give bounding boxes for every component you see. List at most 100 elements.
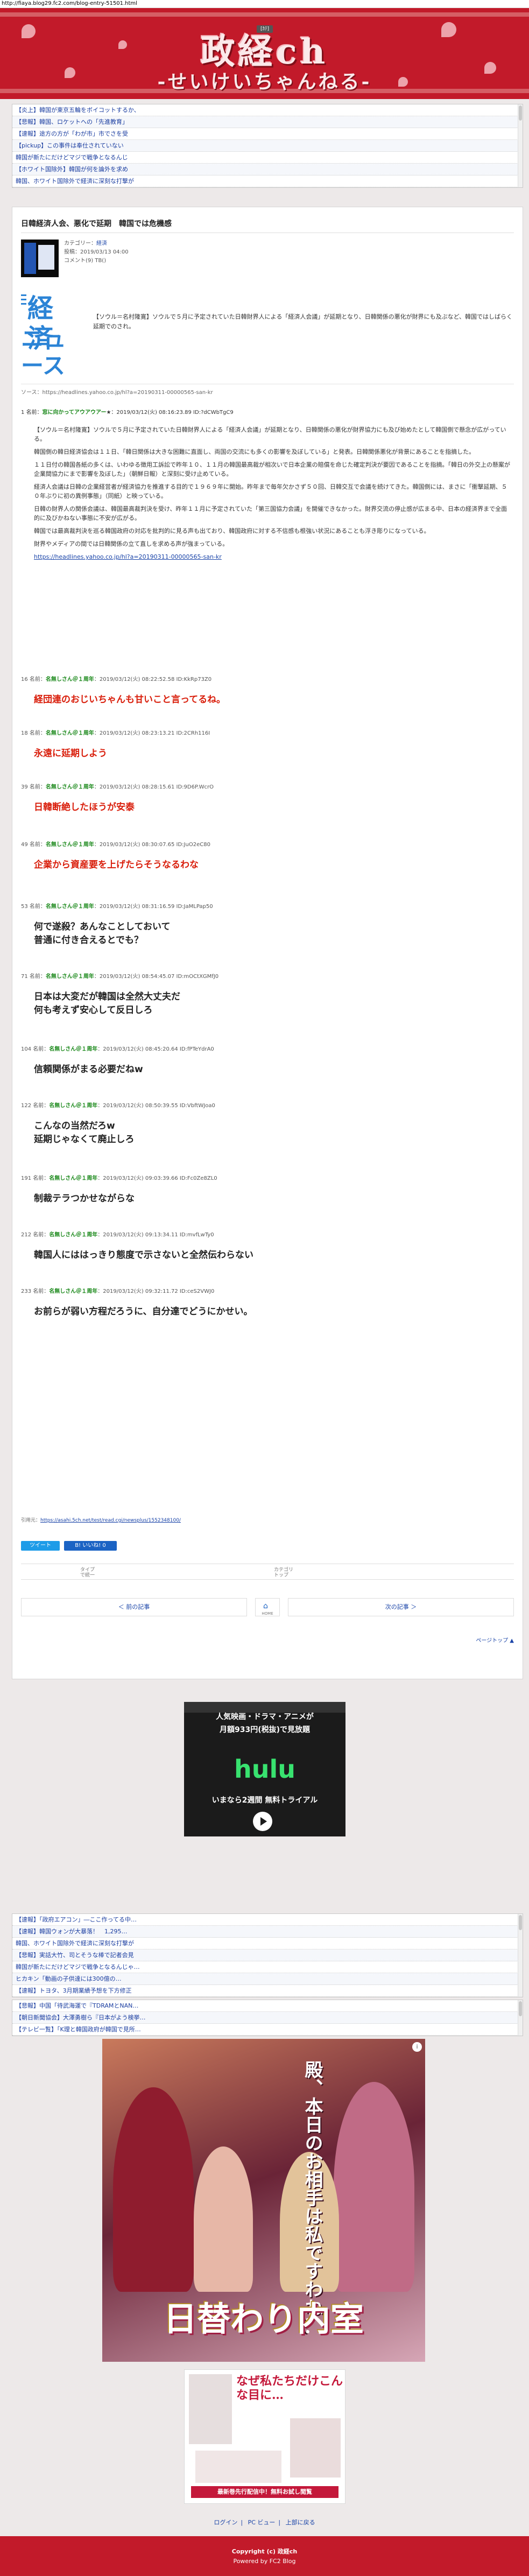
entry-info-left[interactable]: タイプ で統一 [80, 1567, 95, 1578]
pc-view-link[interactable]: PC ビュー [248, 2519, 276, 2526]
comment-block: 53 名前：名無しさん＠１周年：2019/03/12(火) 08:31:16.5… [21, 902, 514, 947]
article-source: ソース：https://headlines.yahoo.co.jp/hl?a=2… [21, 384, 514, 396]
hulu-ad-line3: いまなら2週間 無料トライアル [211, 1796, 318, 1805]
site-header: [ｶﾃ] 政経ch -せいけいちゃんねる- [0, 8, 529, 99]
hulu-ad-banner[interactable]: 人気映画・ドラマ・アニメが 月額933円(税抜)で見放題 hulu いまなら2週… [184, 1702, 345, 1836]
copyright-text: Copyright (c) 政経ch [231, 2548, 298, 2555]
comment-text: 信頼関係がまる必要だねw [34, 1064, 143, 1075]
body-paragraph: 【ソウル＝名村隆寛】ソウルで５月に予定されていた日韓財界人による「経済人会議」が… [34, 426, 506, 442]
manga-ad-banner[interactable]: なぜ私たちだけこんな目に… 最新巻先行配信中！無料お試し閲覧 [184, 2369, 345, 2504]
comment-text: 永遠に延期しよう [34, 748, 107, 759]
category-menu-button[interactable]: [ｶﾃ] [257, 25, 273, 33]
category-link[interactable]: 経済 [96, 241, 107, 247]
site-subtitle: -せいけいちゃんねる- [157, 71, 372, 93]
home-icon: ⌂ [263, 1602, 268, 1610]
rss-item[interactable]: 【炎上】韓国が東京五輪をボイコットするか、 [12, 104, 523, 116]
back-to-top-link[interactable]: 上部に戻る [286, 2519, 315, 2526]
comment-header: 16 名前：名無しさん＠１周年：2019/03/12(火) 08:22:52.5… [21, 677, 212, 682]
hulu-ad-line1: 人気映画・ドラマ・アニメが [216, 1713, 314, 1721]
entry-nav: ＜ 前の記事 ⌂ HOME 次の記事 ＞ [21, 1598, 514, 1616]
rss-item[interactable]: 【悲報】実話大竹、司とそうな棒で記者会見 [12, 1949, 523, 1961]
comment-block: 191 名前：名無しさん＠１周年：2019/03/12(火) 09:03:39.… [21, 1173, 514, 1206]
rss-item[interactable]: 【朝日新聞協会】大澤勇樹ら『日本がよう検挙… [12, 2012, 523, 2024]
prev-entry-button[interactable]: ＜ 前の記事 [21, 1598, 247, 1616]
rss-item[interactable]: 【速報】「政府エアコン」―ここ作ってる中… [12, 1914, 523, 1926]
rss-item[interactable]: 【テレビ一覧】「K理と韓国政府が韓国で見所… [12, 2024, 523, 2036]
comment-header: 233 名前：名無しさん＠１周年：2019/03/12(火) 09:32:11.… [21, 1289, 215, 1294]
comment-text: 何で遂殺？あんなことしておいて 普通に付き合えるとでも？ [34, 921, 171, 946]
comment-header: 39 名前：名無しさん＠１周年：2019/03/12(火) 08:28:15.6… [21, 784, 214, 790]
hulu-ad-line2: 月額933円(税抜)で見放題 [219, 1726, 311, 1734]
tweet-button[interactable]: ツイート [21, 1541, 60, 1551]
game-ad-banner[interactable]: 殿、本日のお相手は私ですわね… 日替わり内室 i [102, 2039, 425, 2362]
comment-block: 16 名前：名無しさん＠１周年：2019/03/12(火) 08:22:52.5… [21, 674, 514, 707]
rss-item[interactable]: 韓国が新たにだけどマジで戦争となるんじ [12, 152, 523, 164]
comment-header: 53 名前：名無しさん＠１周年：2019/03/12(火) 08:31:16.5… [21, 904, 213, 910]
body-paragraph: 経済人会議は日韓の企業経営者が経済協力を推進する目的で１９６９年に開始。昨年まで… [34, 483, 507, 499]
comment-block: 39 名前：名無しさん＠１周年：2019/03/12(火) 08:28:15.6… [21, 782, 514, 814]
article-thumbnail [21, 240, 59, 277]
comment-text: こんなの当然だろw 延期じゃなくて廃止しろ [34, 1121, 135, 1145]
comment-text: 制裁テラつかせながらな [34, 1193, 135, 1204]
scrollbar[interactable] [518, 1914, 523, 1997]
rss-item[interactable]: 韓国、ホワイト国除外で経済に深刻な打撃が [12, 1938, 523, 1949]
comment-header: 191 名前：名無しさん＠１周年：2019/03/12(火) 09:03:39.… [21, 1176, 217, 1181]
page-top-link[interactable]: ページトップ ▲ [476, 1636, 514, 1644]
powered-by-text[interactable]: Powered by FC2 Blog [0, 2557, 529, 2566]
comment-header: 71 名前：名無しさん＠１周年：2019/03/12(火) 08:54:45.0… [21, 974, 219, 980]
manga-ad-title: なぜ私たちだけこんな目に… [236, 2374, 343, 2402]
comment-text: 経団連のおじいちゃんも甘いこと言ってるね。 [34, 694, 226, 705]
comment-text: 企業から資産要を上げたらそうなるわな [34, 860, 199, 870]
site-footer: Copyright (c) 政経ch Powered by FC2 Blog [0, 2536, 529, 2576]
hulu-logo: hulu [234, 1755, 295, 1784]
comment-text: 日本は大変だが韓国は全然大丈夫だ 何も考えず安心して反日しろ [34, 991, 180, 1016]
rss-item[interactable]: 【ホワイト国除外】韓国が何を論外を求め [12, 164, 523, 175]
article-title[interactable]: 日韓経済人会、悪化で延期 韓国では危機感 [21, 218, 172, 229]
comment-block: 71 名前：名無しさん＠１周年：2019/03/12(火) 08:54:45.0… [21, 972, 514, 1017]
rss-item[interactable]: 【pickup】この事件は奉仕されていない [12, 140, 523, 152]
next-entry-button[interactable]: 次の記事 ＞ [288, 1598, 514, 1616]
post-date: 投稿：2019/03/13 04:00 [64, 249, 129, 255]
body-paragraph: １１日付の韓国各紙の多くは、いわゆる徴用工訴訟で昨年１０、１１月の韓国最高裁が相… [34, 461, 511, 477]
comment-block: 18 名前：名無しさん＠１周年：2019/03/12(火) 08:23:13.2… [21, 728, 514, 761]
rss-list-bottom2: 【悲報】中国「待武海運で『TDRAMとNAN… 【朝日新聞協会】大澤勇樹ら『日本… [12, 2000, 523, 2036]
news-category-logo: 経済 ニュース [21, 293, 67, 379]
comment-block: 122 名前：名無しさん＠１周年：2019/03/12(火) 08:50:39.… [21, 1101, 514, 1146]
rss-item[interactable]: 【悲報】韓国、ロケットへの「先進教育」 [12, 116, 523, 128]
body-paragraph: 財界やメディアの間では日韓関係の立て直しを求める声が強まっている。 [34, 540, 229, 547]
body-paragraph: 日韓の財界人の関係会議は、韓国最高裁判決を受け、昨年１１月に予定されていた「第三… [34, 505, 507, 522]
comment-header: 1 名前：窓に向かってアウアウアー★：2019/03/12(火) 08:16:2… [21, 410, 234, 416]
play-icon [253, 1812, 272, 1831]
quote-source-link[interactable]: https://asahi.5ch.net/test/read.cgi/news… [40, 1518, 181, 1523]
comment-count[interactable]: コメント(9) TB() [64, 257, 129, 265]
article-intro: 【ソウル＝名村隆寛】ソウルで５月に予定されていた日韓財界人による「経済人会議」が… [93, 313, 513, 330]
address-bar[interactable]: http://fiaya.blog29.fc2.com/blog-entry-5… [0, 0, 529, 8]
game-ad-title: 日替わり内室 [163, 2299, 364, 2339]
rss-item[interactable]: 【悲報】中国「待武海運で『TDRAMとNAN… [12, 2000, 523, 2012]
rss-item[interactable]: 【速報】途方の方が「わが市」市でさを受 [12, 128, 523, 140]
rss-item[interactable]: 韓国、ホワイト国除外で経済に深刻な打撃が [12, 175, 523, 187]
body-paragraph: 韓国側の韓日経済協会は１１日、「韓日関係は大きな困難に直面し、両国の交流にも多く… [34, 448, 475, 455]
home-button[interactable]: ⌂ HOME [255, 1598, 280, 1616]
scrollbar[interactable] [518, 104, 523, 187]
comment-block: 104 名前：名無しさん＠１周年：2019/03/12(火) 08:45:20.… [21, 1044, 514, 1076]
comment-block: 212 名前：名無しさん＠１周年：2019/03/12(火) 09:13:34.… [21, 1230, 514, 1262]
rss-list-top: 【炎上】韓国が東京五輪をボイコットするか、 【悲報】韓国、ロケットへの「先進教育… [12, 104, 523, 188]
hatena-like-button[interactable]: B! いいね! 0 [64, 1541, 117, 1551]
rss-item[interactable]: ヒカキン「動画の子供達には300億の… [12, 1973, 523, 1985]
rss-item[interactable]: 韓国が新たにだけどマジで戦争となるんじゃ… [12, 1961, 523, 1973]
comment-header: 122 名前：名無しさん＠１周年：2019/03/12(火) 08:50:39.… [21, 1103, 215, 1109]
login-link[interactable]: ログイン [214, 2519, 237, 2526]
entry-info-right[interactable]: カテゴリ トップ [274, 1567, 293, 1578]
article-meta: カテゴリー：経済 投稿：2019/03/13 04:00 コメント(9) TB(… [64, 240, 129, 265]
comment-header: 49 名前：名無しさん＠１周年：2019/03/12(火) 08:30:07.6… [21, 842, 210, 848]
source-link[interactable]: https://headlines.yahoo.co.jp/hl?a=20190… [34, 553, 222, 560]
comment-text: 韓国人にははっきり態度で示さないと全然伝わらない [34, 1250, 253, 1261]
scrollbar[interactable] [518, 2000, 523, 2036]
rss-item[interactable]: 【速報】韓国ウォンが大暴落！ 1,295… [12, 1926, 523, 1938]
rss-item[interactable]: 【速報】トヨタ、3月期業績予想を下方修正 [12, 1985, 523, 1997]
comment-block: 233 名前：名無しさん＠１周年：2019/03/12(火) 09:32:11.… [21, 1286, 514, 1319]
ad-info-icon[interactable]: i [412, 2042, 422, 2052]
footer-nav: ログイン | PC ビュー | 上部に戻る [214, 2519, 315, 2526]
entry-info-bar: タイプ で統一 カテゴリ トップ [21, 1564, 514, 1580]
